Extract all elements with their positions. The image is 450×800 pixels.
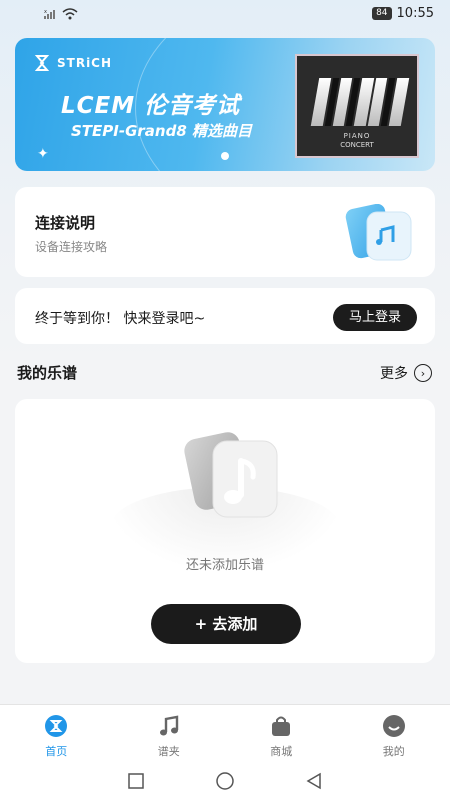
bottom-tab-bar: 首页 谱夹 商城 我的 [0, 704, 450, 762]
system-nav-bar [0, 762, 450, 800]
login-prompt-text: 终于等到你！ 快来登录吧~ [35, 311, 206, 327]
add-score-button[interactable]: + 去添加 [151, 604, 301, 644]
empty-state-text: 还未添加乐谱 [185, 558, 264, 573]
my-scores-card: 还未添加乐谱 + 去添加 [15, 399, 435, 663]
tab-store[interactable]: 商城 [225, 705, 338, 762]
my-scores-title: 我的乐谱 [17, 364, 78, 382]
svg-text:x: x [44, 9, 47, 15]
chevron-right-icon: › [414, 364, 432, 382]
tab-store-label: 商城 [270, 745, 293, 758]
more-scores-link[interactable]: 更多 › [380, 363, 432, 383]
tab-home-label: 首页 [45, 745, 68, 758]
sparkle-icon: ✦ [37, 146, 49, 162]
signal-icon: x [44, 9, 55, 19]
clock: 10:55 [396, 6, 434, 21]
back-triangle-icon[interactable] [305, 772, 323, 790]
brand-logo: STRiCH [33, 54, 112, 72]
tab-score-folder-label: 谱夹 [157, 745, 180, 758]
shopping-bag-icon [268, 713, 294, 739]
brand-name: STRiCH [57, 56, 113, 70]
banner-subtitle: STEPI-Grand8 精选曲目 [71, 122, 252, 140]
connection-guide-title: 连接说明 [35, 214, 96, 232]
music-note-icon [156, 713, 182, 739]
tab-score-folder[interactable]: 谱夹 [113, 705, 226, 762]
battery-level: 84 [372, 7, 392, 20]
connection-guide-card[interactable]: 连接说明 设备连接攻略 [15, 187, 435, 277]
tab-profile-label: 我的 [382, 745, 405, 758]
smile-face-icon [381, 713, 407, 739]
home-circle-icon[interactable] [215, 771, 235, 791]
wifi-icon [62, 8, 78, 20]
login-prompt-card: 终于等到你！ 快来登录吧~ 马上登录 [15, 288, 435, 344]
tab-home[interactable]: 首页 [0, 705, 113, 762]
strich-logo-icon [34, 55, 50, 71]
piano-keys-image [310, 78, 410, 126]
home-logo-icon [43, 713, 69, 739]
status-right: 84 10:55 [372, 6, 434, 21]
album-cover: PIANO CONCERT [295, 54, 419, 158]
tab-profile[interactable]: 我的 [338, 705, 450, 762]
carousel-indicator[interactable] [221, 152, 229, 160]
recent-apps-icon[interactable] [127, 772, 145, 790]
status-bar: x 84 10:55 [0, 0, 450, 28]
promo-banner[interactable]: STRiCH LCEM 伦音考试 STEPI-Grand8 精选曲目 ✦ PIA… [15, 38, 435, 171]
music-book-icon [345, 204, 412, 261]
status-left: x [44, 8, 78, 20]
connection-guide-subtitle: 设备连接攻略 [35, 240, 108, 254]
empty-score-icon [184, 432, 278, 518]
login-button[interactable]: 马上登录 [333, 304, 417, 331]
banner-title: LCEM 伦音考试 [61, 93, 241, 119]
album-caption: PIANO [343, 132, 371, 140]
album-caption-sub: CONCERT [340, 141, 374, 149]
more-label: 更多 [380, 366, 408, 382]
